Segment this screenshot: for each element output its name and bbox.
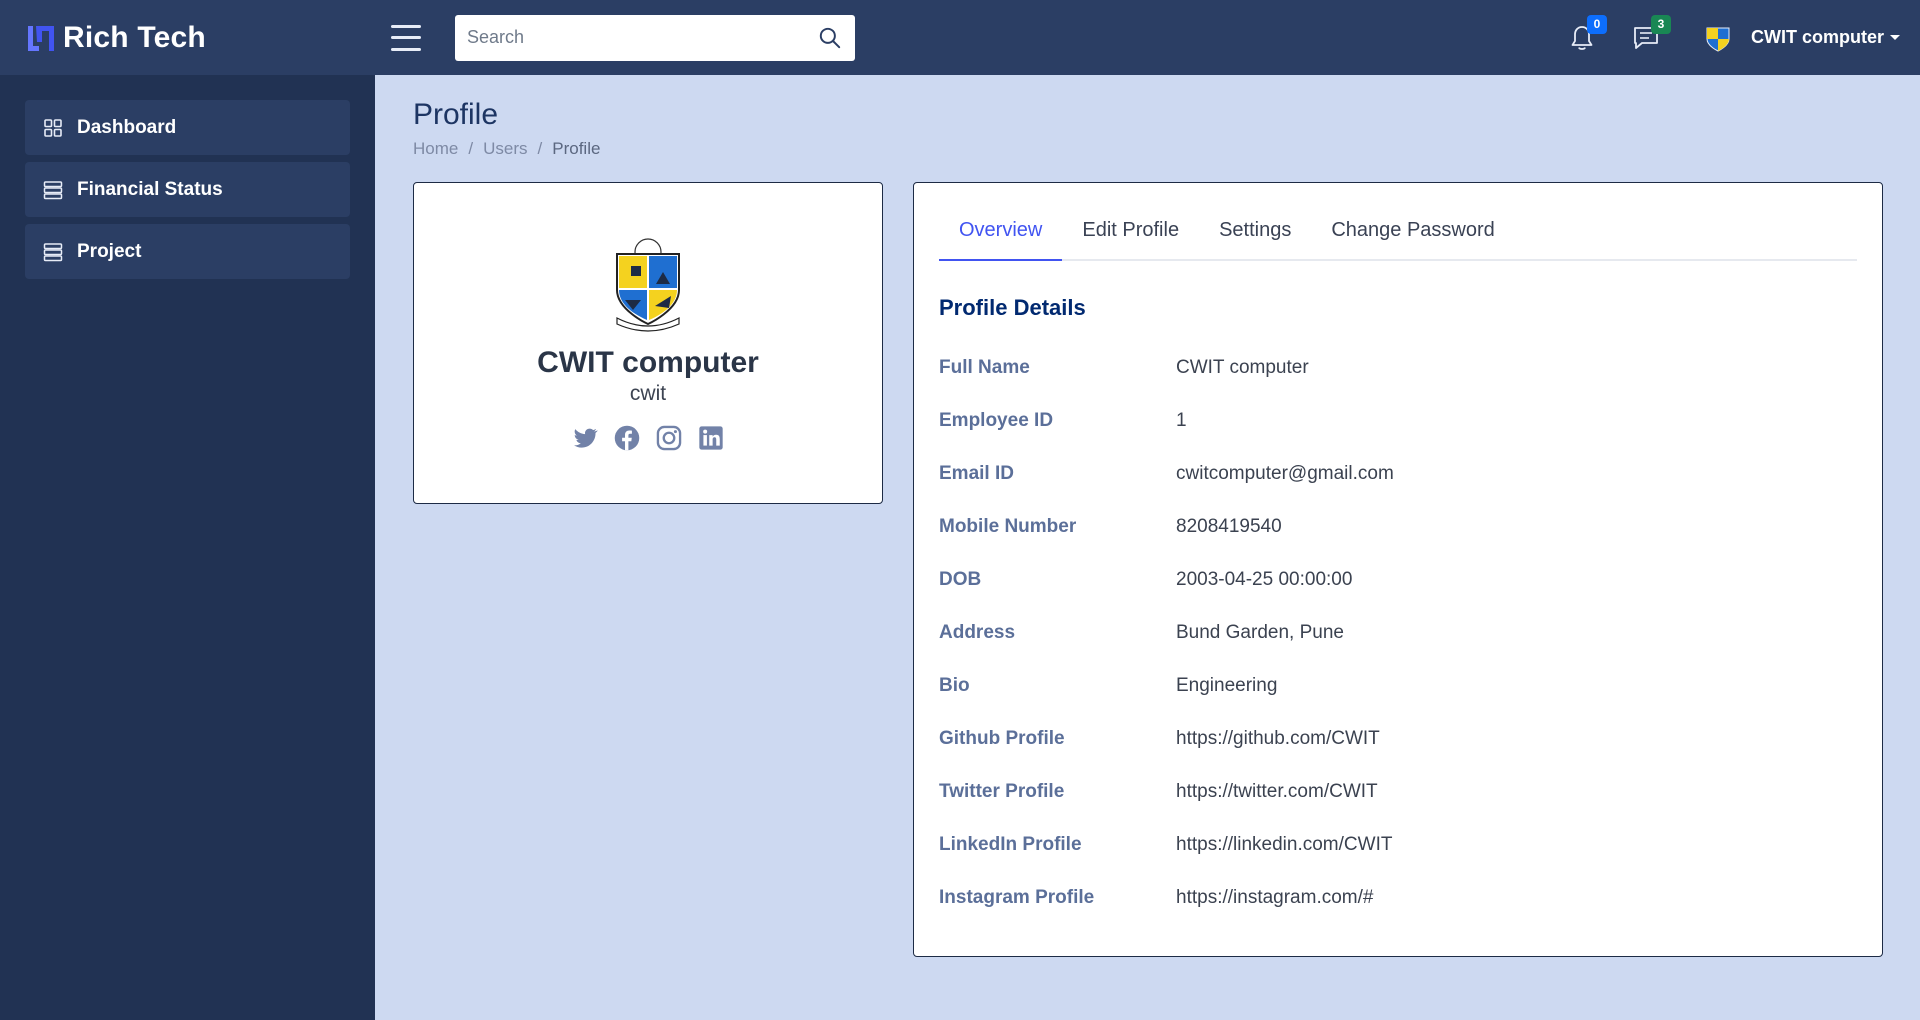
detail-row: Mobile Number 8208419540 [939,500,1857,553]
messages-button[interactable]: 3 [1629,14,1671,55]
breadcrumb-separator: / [468,139,474,158]
search-icon[interactable] [817,25,843,51]
sidebar-item-label: Dashboard [77,116,177,138]
detail-row: Github Profile https://github.com/CWIT [939,712,1857,765]
breadcrumb-current: Profile [552,139,601,158]
breadcrumb-separator: / [537,139,543,158]
detail-label: Full Name [939,356,1030,378]
detail-value: Engineering [1176,674,1278,696]
detail-row: Twitter Profile https://twitter.com/CWIT [939,765,1857,818]
user-name: CWIT computer [1751,27,1884,47]
detail-row: Address Bund Garden, Pune [939,606,1857,659]
notifications-button[interactable]: 0 [1565,14,1607,55]
detail-row: DOB 2003-04-25 00:00:00 [939,553,1857,606]
page-title: Profile [413,98,499,131]
detail-label: Github Profile [939,727,1065,749]
search-bar [455,14,855,61]
profile-name: CWIT computer [537,346,759,379]
detail-label: Employee ID [939,409,1054,431]
detail-label: Bio [939,674,970,696]
profile-tabs: Overview Edit Profile Settings Change Pa… [939,211,1857,261]
detail-value: cwitcomputer@gmail.com [1176,462,1394,484]
profile-details-list: Full Name CWIT computer Employee ID 1 Emai… [939,341,1857,924]
breadcrumb-home[interactable]: Home [413,139,458,159]
detail-label: Twitter Profile [939,780,1065,802]
sidebar-item-project[interactable]: Project [25,224,350,279]
brand[interactable]: Rich Tech [25,21,375,55]
navbar-right: 0 3 CWIT computer [1565,0,1900,75]
tab-overview[interactable]: Overview [939,211,1063,261]
detail-value: 1 [1176,409,1187,431]
user-menu-dropdown[interactable]: CWIT computer [1703,23,1900,53]
detail-row: Bio Engineering [939,659,1857,712]
profile-crest-avatar [616,238,680,332]
sidebar-toggle-icon[interactable] [391,24,421,51]
twitter-icon[interactable] [571,424,599,452]
detail-row: Employee ID 1 [939,394,1857,447]
detail-value: Bund Garden, Pune [1176,621,1344,643]
detail-row: Full Name CWIT computer [939,341,1857,394]
detail-value: https://linkedin.com/CWIT [1176,833,1393,855]
detail-label: Instagram Profile [939,886,1095,908]
detail-label: Mobile Number [939,515,1077,537]
grid-icon [44,118,62,137]
detail-value: 2003-04-25 00:00:00 [1176,568,1353,590]
detail-label: LinkedIn Profile [939,833,1082,855]
sidebar: Dashboard Financial Status Project [0,75,375,1020]
instagram-icon[interactable] [655,424,683,452]
server-icon [43,180,63,199]
tab-edit-profile[interactable]: Edit Profile [1062,211,1199,261]
search-input[interactable] [467,27,817,48]
tab-settings[interactable]: Settings [1199,211,1311,261]
chevron-down-icon [1890,35,1900,40]
top-navbar: Rich Tech 0 3 [0,0,1920,75]
detail-row: LinkedIn Profile https://linkedin.com/CWI… [939,818,1857,871]
tab-change-password[interactable]: Change Password [1311,211,1514,261]
detail-value: 8208419540 [1176,515,1282,537]
profile-username: cwit [629,382,667,405]
server-icon [43,242,63,261]
avatar [1706,27,1730,52]
facebook-icon[interactable] [613,424,641,452]
sidebar-item-financial-status[interactable]: Financial Status [25,162,350,217]
section-title: Profile Details [939,295,1086,320]
social-links [564,424,732,452]
breadcrumb-users[interactable]: Users [483,139,527,159]
profile-card: CWIT computer cwit [413,182,883,504]
messages-badge: 3 [1651,14,1671,34]
sidebar-item-label: Financial Status [77,178,223,200]
detail-value: https://twitter.com/CWIT [1176,780,1378,802]
detail-value: https://github.com/CWIT [1176,727,1380,749]
brand-name: Rich Tech [63,20,206,54]
sidebar-item-label: Project [77,240,142,262]
detail-label: Email ID [939,462,1014,484]
notifications-badge: 0 [1587,14,1607,34]
detail-label: DOB [939,568,982,590]
detail-row: Instagram Profile https://instagram.com/# [939,871,1857,924]
brand-logo-icon [28,25,54,51]
profile-details-card: Overview Edit Profile Settings Change Pa… [913,182,1883,957]
detail-row: Email ID cwitcomputer@gmail.com [939,447,1857,500]
detail-value: https://instagram.com/# [1176,886,1374,908]
breadcrumb: Home / Users / Profile [413,139,600,159]
sidebar-item-dashboard[interactable]: Dashboard [25,100,350,155]
detail-label: Address [939,621,1016,643]
detail-value: CWIT computer [1176,356,1309,378]
linkedin-icon[interactable] [697,424,725,452]
